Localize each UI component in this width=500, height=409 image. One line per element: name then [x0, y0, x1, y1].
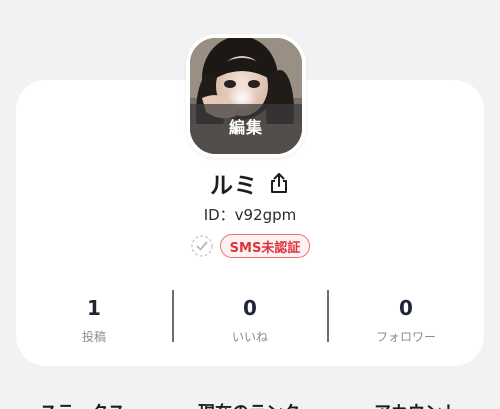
stat-label: フォロワー [375, 330, 436, 344]
stat-followers[interactable]: 0 フォロワー [328, 286, 484, 346]
check-circle-icon [190, 234, 214, 258]
stat-posts[interactable]: 1 投稿 [16, 286, 172, 346]
stats-divider [327, 290, 329, 342]
avatar-edit-label[interactable]: 編集 [190, 104, 302, 154]
sms-status-badge[interactable]: SMS未認証 [219, 234, 311, 258]
tab-current-rank[interactable]: 現在のランク [198, 398, 300, 409]
verification-row: SMS未認証 [0, 234, 500, 258]
stat-label: 投稿 [81, 330, 106, 344]
avatar[interactable]: 編集 [186, 34, 306, 158]
section-tabs: ステータス 現在のランク アカウント [0, 396, 500, 409]
tab-account[interactable]: アカウント [374, 398, 459, 409]
stat-value: 0 [243, 296, 257, 320]
profile-name: ルミ [210, 173, 258, 199]
stat-likes[interactable]: 0 いいね [172, 286, 328, 346]
share-icon[interactable] [268, 171, 290, 195]
stat-label: いいね [231, 330, 268, 344]
stat-value: 0 [399, 296, 413, 320]
stat-value: 1 [87, 296, 101, 320]
name-row: ルミ [0, 166, 500, 200]
stats-row: 1 投稿 0 いいね 0 フォロワー [16, 286, 484, 346]
user-id: ID：v92gpm [203, 206, 297, 224]
stats-divider [172, 290, 174, 342]
tab-status[interactable]: ステータス [40, 398, 125, 409]
